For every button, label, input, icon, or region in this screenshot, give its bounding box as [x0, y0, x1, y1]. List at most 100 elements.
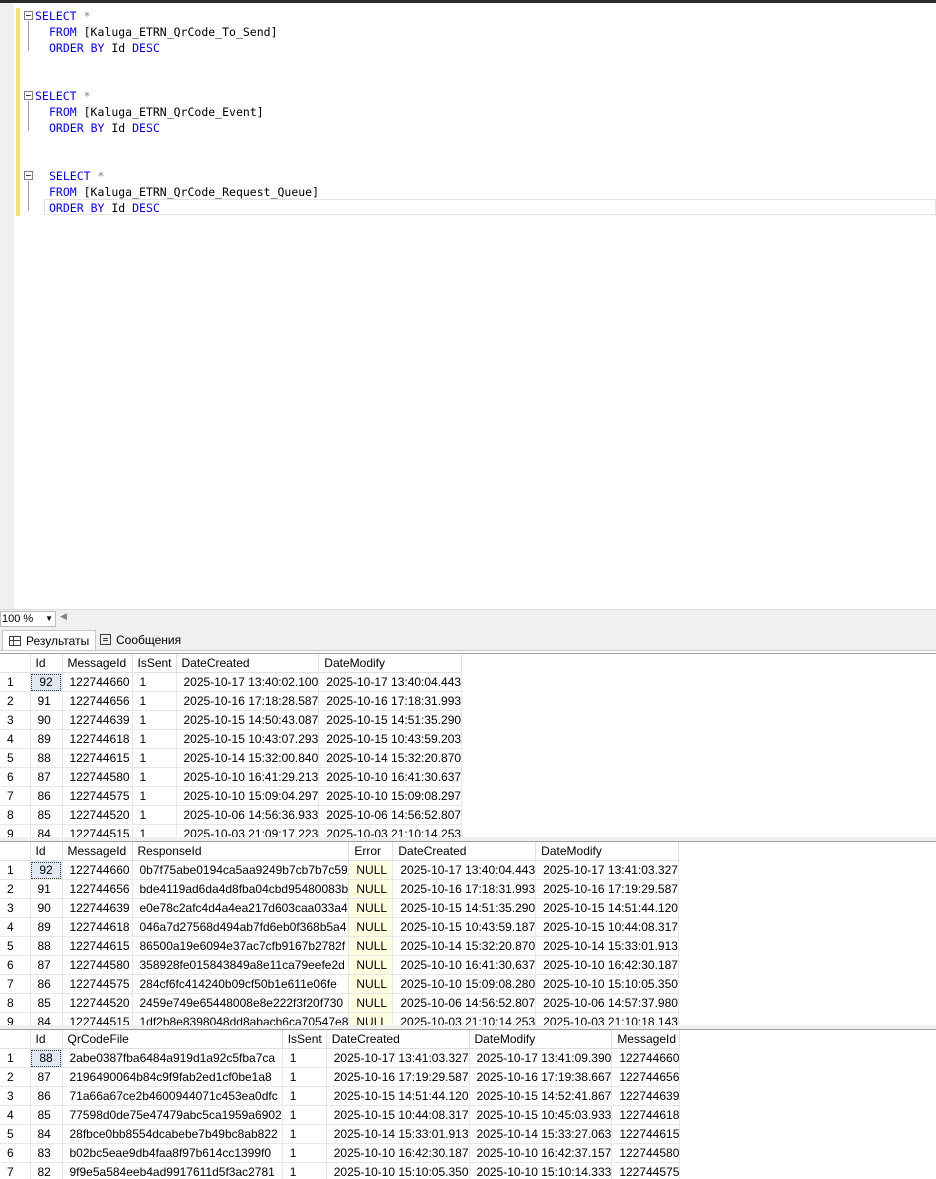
tab-results[interactable]: Результаты	[2, 630, 97, 650]
table-row[interactable]: 3 90 122744639 1 2025-10-15 14:50:43.087 2025…	[0, 710, 463, 730]
table-cell[interactable]: 122744615	[62, 936, 133, 956]
column-header[interactable]: MessageId	[611, 1030, 681, 1049]
table-cell[interactable]: 2025-10-17 13:40:02.100	[176, 672, 320, 692]
table-cell[interactable]: 2025-10-10 16:42:37.157	[469, 1143, 613, 1163]
table-cell[interactable]: 86	[30, 1086, 63, 1106]
table-cell[interactable]: 2025-10-03 21:10:14.253	[392, 1012, 537, 1025]
table-row[interactable]: 8 85 122744520 2459e749e65448008e8e222f3f20…	[0, 993, 679, 1013]
table-cell[interactable]: 91	[30, 879, 63, 899]
table-cell[interactable]: 122744660	[62, 672, 133, 692]
table-cell[interactable]: 122744656	[611, 1067, 681, 1087]
column-header[interactable]: Error	[348, 842, 394, 861]
results-grid-3[interactable]: Id QrCodeFile IsSent DateCreated DateModify M…	[0, 1029, 936, 1179]
table-cell[interactable]: 2025-10-17 13:41:09.390	[469, 1048, 613, 1068]
table-row[interactable]: 5 84 28fbce0bb8554dcabebe7b49bc8ab822 1 2025…	[0, 1124, 681, 1144]
table-cell[interactable]: 2025-10-14 15:33:01.913	[535, 936, 679, 956]
table-cell[interactable]: NULL	[348, 955, 394, 975]
table-cell[interactable]: 2025-10-15 10:44:08.317	[326, 1105, 470, 1125]
row-number[interactable]: 6	[0, 955, 31, 975]
table-cell[interactable]: 2025-10-06 14:57:37.980	[535, 993, 679, 1013]
table-cell[interactable]: 83	[30, 1143, 63, 1163]
table-cell[interactable]: 88	[30, 1048, 63, 1068]
table-cell[interactable]: 84	[30, 824, 63, 837]
code-line[interactable]: FROM [Kaluga_ETRN_QrCode_To_Send]	[49, 24, 278, 40]
table-cell[interactable]: 86500a19e6094e37ac7cfb9167b2782f	[132, 936, 350, 956]
table-cell[interactable]: 2025-10-06 14:56:36.933	[176, 805, 320, 825]
table-cell[interactable]: 86	[30, 974, 63, 994]
column-header[interactable]: DateCreated	[392, 842, 537, 861]
table-cell[interactable]: 88	[30, 936, 63, 956]
table-cell[interactable]: 2025-10-16 17:19:38.667	[469, 1067, 613, 1087]
code-line[interactable]: SELECT *	[35, 88, 90, 104]
table-cell[interactable]: 91	[30, 691, 63, 711]
row-number[interactable]: 6	[0, 1143, 31, 1163]
table-row[interactable]: 5 88 122744615 86500a19e6094e37ac7cfb9167b2…	[0, 936, 679, 956]
code-line[interactable]: FROM [Kaluga_ETRN_QrCode_Event]	[49, 104, 264, 120]
table-cell[interactable]: NULL	[348, 917, 394, 937]
table-cell[interactable]: 1	[132, 805, 177, 825]
row-number[interactable]: 2	[0, 1067, 31, 1087]
table-row[interactable]: 7 82 9f9e5a584eeb4ad9917611d5f3ac2781 1 2025…	[0, 1162, 681, 1179]
table-cell[interactable]: 71a66a67ce2b4600944071c453ea0dfc	[62, 1086, 283, 1106]
table-cell[interactable]: 2025-10-14 15:32:20.870	[318, 748, 463, 768]
table-row[interactable]: 5 88 122744615 1 2025-10-14 15:32:00.840 2025…	[0, 748, 463, 768]
table-cell[interactable]: 122744575	[611, 1162, 681, 1179]
row-number[interactable]: 9	[0, 1012, 31, 1025]
table-cell[interactable]: 92	[30, 860, 63, 880]
table-cell[interactable]: 284cf6fc414240b09cf50b1e611e06fe	[132, 974, 350, 994]
table-cell[interactable]: 122744520	[62, 993, 133, 1013]
row-number[interactable]: 6	[0, 767, 31, 787]
table-cell[interactable]: 2459e749e65448008e8e222f3f20f730	[132, 993, 350, 1013]
table-cell[interactable]: 89	[30, 729, 63, 749]
row-number[interactable]: 4	[0, 1105, 31, 1125]
table-cell[interactable]: 2025-10-16 17:19:29.587	[326, 1067, 470, 1087]
table-cell[interactable]: 87	[30, 955, 63, 975]
table-cell[interactable]: 2025-10-17 13:41:03.327	[535, 860, 679, 880]
scroll-left-icon[interactable]: ◀	[60, 611, 67, 622]
column-header[interactable]: IsSent	[282, 1030, 327, 1049]
table-row[interactable]: 4 89 122744618 046a7d27568d494ab7fd6eb0f368…	[0, 917, 679, 937]
table-cell[interactable]: 2025-10-15 10:43:59.187	[392, 917, 537, 937]
table-cell[interactable]: 1df2b8e8398048dd8abacb6ca70547e8	[132, 1012, 350, 1025]
table-cell[interactable]: 122744520	[62, 805, 133, 825]
table-cell[interactable]: 85	[30, 993, 63, 1013]
row-number[interactable]: 1	[0, 1048, 31, 1068]
table-row[interactable]: 1 88 2abe0387fba6484a919d1a92c5fba7ca 1 2025…	[0, 1048, 681, 1068]
table-cell[interactable]: 84	[30, 1012, 63, 1025]
table-cell[interactable]: 2025-10-10 16:41:30.637	[318, 767, 463, 787]
fold-toggle-icon[interactable]	[24, 171, 33, 180]
table-cell[interactable]: 85	[30, 805, 63, 825]
table-cell[interactable]: 122744580	[611, 1143, 681, 1163]
table-row[interactable]: 3 90 122744639 e0e78c2afc4d4a4ea217d603caa0…	[0, 898, 679, 918]
column-header[interactable]: ResponseId	[132, 842, 350, 861]
results-grid-1[interactable]: Id MessageId IsSent DateCreated DateModify 1 9…	[0, 653, 936, 837]
table-cell[interactable]: 1	[282, 1124, 327, 1144]
table-cell[interactable]: 88	[30, 748, 63, 768]
table-cell[interactable]: 2025-10-10 15:09:08.280	[392, 974, 537, 994]
table-cell[interactable]: e0e78c2afc4d4a4ea217d603caa033a4	[132, 898, 350, 918]
table-cell[interactable]: 2025-10-15 14:51:44.120	[326, 1086, 470, 1106]
table-cell[interactable]: 2025-10-10 15:10:14.333	[469, 1162, 613, 1179]
table-cell[interactable]: 2025-10-17 13:40:04.443	[392, 860, 537, 880]
table-cell[interactable]: 2025-10-10 16:42:30.187	[535, 955, 679, 975]
row-number[interactable]: 2	[0, 691, 31, 711]
row-number[interactable]: 7	[0, 786, 31, 806]
table-cell[interactable]: 2025-10-16 17:18:28.587	[176, 691, 320, 711]
code-line[interactable]: FROM [Kaluga_ETRN_QrCode_Request_Queue]	[49, 184, 319, 200]
code-line[interactable]: SELECT *	[49, 168, 104, 184]
table-cell[interactable]: 046a7d27568d494ab7fd6eb0f368b5a4	[132, 917, 350, 937]
table-cell[interactable]: 2025-10-03 21:10:14.253	[318, 824, 463, 837]
table-cell[interactable]: 122744575	[62, 786, 133, 806]
row-header-corner[interactable]	[0, 654, 31, 673]
table-cell[interactable]: 122744618	[62, 729, 133, 749]
column-header[interactable]: QrCodeFile	[62, 1030, 283, 1049]
table-cell[interactable]: 1	[132, 748, 177, 768]
table-row[interactable]: 1 92 122744660 1 2025-10-17 13:40:02.100 2025…	[0, 672, 463, 692]
table-cell[interactable]: 1	[132, 672, 177, 692]
table-cell[interactable]: 28fbce0bb8554dcabebe7b49bc8ab822	[62, 1124, 283, 1144]
table-cell[interactable]: 1	[282, 1162, 327, 1179]
table-cell[interactable]: 2025-10-03 21:09:17.223	[176, 824, 320, 837]
code-line[interactable]: SELECT *	[35, 8, 90, 24]
table-cell[interactable]: 86	[30, 786, 63, 806]
row-header-corner[interactable]	[0, 842, 31, 861]
